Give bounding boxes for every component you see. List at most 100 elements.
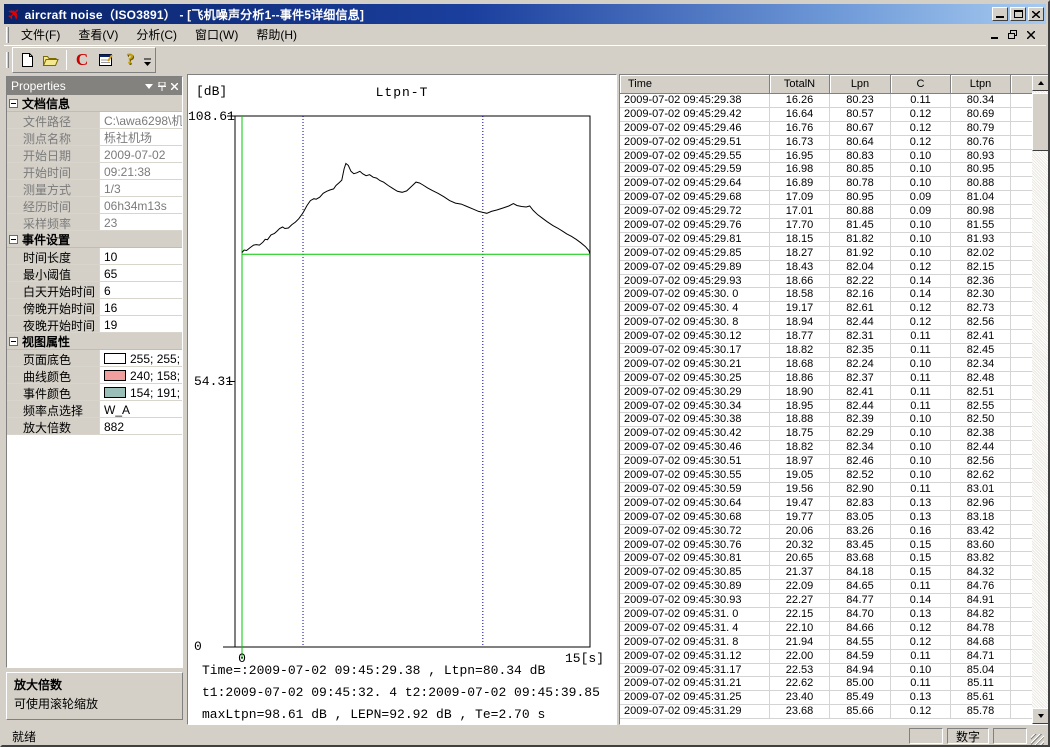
property-value[interactable]: C:\awa6298\机场 <box>100 112 182 128</box>
column-header-lpn[interactable]: Lpn <box>830 75 891 94</box>
table-row[interactable]: 2009-07-02 09:45:29.7617.7081.450.1081.5… <box>620 219 1032 233</box>
panel-menu-button[interactable] <box>145 84 153 89</box>
table-row[interactable]: 2009-07-02 09:45:29.8518.2781.920.1082.0… <box>620 247 1032 261</box>
property-value[interactable]: 1/3 <box>100 180 182 196</box>
table-row[interactable]: 2009-07-02 09:45:29.5916.9880.850.1080.9… <box>620 163 1032 177</box>
collapse-icon[interactable] <box>9 337 18 346</box>
toolbar-grip[interactable] <box>6 52 9 68</box>
c-tool-button[interactable]: C <box>70 49 94 71</box>
table-row[interactable]: 2009-07-02 09:45:29.5116.7380.640.1280.7… <box>620 136 1032 150</box>
property-value[interactable]: 882 <box>100 418 182 434</box>
table-scrollbar[interactable] <box>1032 75 1049 724</box>
chart-area[interactable]: [dB] Ltpn-T 108.61 54.31 0 0 15[s] Time=… <box>187 74 617 725</box>
close-button[interactable] <box>1028 7 1044 21</box>
table-row[interactable]: 2009-07-02 09:45:29.4616.7680.670.1280.7… <box>620 122 1032 136</box>
menu-analyze[interactable]: 分析(C) <box>127 23 186 46</box>
menu-file[interactable]: 文件(F) <box>12 23 69 46</box>
column-header-totaln[interactable]: TotalN <box>770 75 830 94</box>
table-row[interactable]: 2009-07-02 09:45:29.3816.2680.230.1180.3… <box>620 94 1032 108</box>
table-row[interactable]: 2009-07-02 09:45:30.7220.0683.260.1683.4… <box>620 525 1032 539</box>
table-row[interactable]: 2009-07-02 09:45:29.8118.1581.820.1081.9… <box>620 233 1032 247</box>
new-file-button[interactable] <box>15 49 39 71</box>
table-row[interactable]: 2009-07-02 09:45:30.2518.8682.370.1182.4… <box>620 372 1032 386</box>
property-row[interactable]: 时间长度10 <box>7 248 182 265</box>
property-value[interactable]: 65 <box>100 265 182 281</box>
table-row[interactable]: 2009-07-02 09:45:30.5519.0582.520.1082.6… <box>620 469 1032 483</box>
menu-help[interactable]: 帮助(H) <box>247 23 306 46</box>
panel-close-button[interactable] <box>171 83 178 90</box>
mdi-restore-button[interactable] <box>1005 28 1020 41</box>
property-row[interactable]: 采样频率23 <box>7 214 182 231</box>
resize-grip-icon[interactable] <box>1031 734 1044 747</box>
table-row[interactable]: 2009-07-02 09:45:30.9322.2784.770.1484.9… <box>620 594 1032 608</box>
collapse-icon[interactable] <box>9 235 18 244</box>
column-header-ltpn[interactable]: Ltpn <box>951 75 1011 94</box>
toolbar-overflow-button[interactable] <box>142 49 153 71</box>
column-header-time[interactable]: Time <box>620 75 770 94</box>
property-row[interactable]: 经历时间06h34m13s <box>7 197 182 214</box>
table-row[interactable]: 2009-07-02 09:45:30. 018.5882.160.1482.3… <box>620 288 1032 302</box>
property-row[interactable]: 曲线颜色240; 158; 15 <box>7 367 182 384</box>
property-value[interactable]: 6 <box>100 282 182 298</box>
panel-pin-button[interactable] <box>158 82 166 91</box>
property-section-header[interactable]: 文档信息 <box>7 95 182 112</box>
menu-window[interactable]: 窗口(W) <box>186 23 247 46</box>
table-row[interactable]: 2009-07-02 09:45:29.6817.0980.950.0981.0… <box>620 191 1032 205</box>
table-row[interactable]: 2009-07-02 09:45:29.6416.8980.780.1080.8… <box>620 177 1032 191</box>
property-row[interactable]: 白天开始时间6 <box>7 282 182 299</box>
menu-view[interactable]: 查看(V) <box>69 23 127 46</box>
properties-tool-button[interactable] <box>94 49 118 71</box>
property-value[interactable]: 16 <box>100 299 182 315</box>
table-row[interactable]: 2009-07-02 09:45:31.1722.5384.940.1085.0… <box>620 664 1032 678</box>
table-row[interactable]: 2009-07-02 09:45:30.1218.7782.310.1182.4… <box>620 330 1032 344</box>
table-row[interactable]: 2009-07-02 09:45:30.5919.5682.900.1183.0… <box>620 483 1032 497</box>
column-header-c[interactable]: C <box>891 75 951 94</box>
table-row[interactable]: 2009-07-02 09:45:31.2122.6285.000.1185.1… <box>620 677 1032 691</box>
table-row[interactable]: 2009-07-02 09:45:31.2523.4085.490.1385.6… <box>620 691 1032 705</box>
property-value[interactable]: 255; 255; 25 <box>100 350 182 366</box>
table-row[interactable]: 2009-07-02 09:45:30.3418.9582.440.1182.5… <box>620 400 1032 414</box>
table-row[interactable]: 2009-07-02 09:45:29.8918.4382.040.1282.1… <box>620 261 1032 275</box>
table-row[interactable]: 2009-07-02 09:45:29.9318.6682.220.1482.3… <box>620 275 1032 289</box>
table-row[interactable]: 2009-07-02 09:45:30.1718.8282.350.1182.4… <box>620 344 1032 358</box>
table-row[interactable]: 2009-07-02 09:45:30.7620.3283.450.1583.6… <box>620 539 1032 553</box>
scrollbar-thumb[interactable] <box>1032 93 1049 151</box>
table-row[interactable]: 2009-07-02 09:45:30.2918.9082.410.1182.5… <box>620 386 1032 400</box>
property-value[interactable]: 2009-07-02 <box>100 146 182 162</box>
table-row[interactable]: 2009-07-02 09:45:30.3818.8882.390.1082.5… <box>620 413 1032 427</box>
table-row[interactable]: 2009-07-02 09:45:30.4218.7582.290.1082.3… <box>620 427 1032 441</box>
table-row[interactable]: 2009-07-02 09:45:31.1222.0084.590.1184.7… <box>620 650 1032 664</box>
property-row[interactable]: 最小阈值65 <box>7 265 182 282</box>
property-section-header[interactable]: 事件设置 <box>7 231 182 248</box>
help-button[interactable]: ? <box>118 49 142 71</box>
property-row[interactable]: 页面底色255; 255; 25 <box>7 350 182 367</box>
table-row[interactable]: 2009-07-02 09:45:31. 422.1084.660.1284.7… <box>620 622 1032 636</box>
table-row[interactable]: 2009-07-02 09:45:30.8521.3784.180.1584.3… <box>620 566 1032 580</box>
table-row[interactable]: 2009-07-02 09:45:30.5118.9782.460.1082.5… <box>620 455 1032 469</box>
minimize-button[interactable] <box>992 7 1008 21</box>
table-row[interactable]: 2009-07-02 09:45:30.8922.0984.650.1184.7… <box>620 580 1032 594</box>
property-row[interactable]: 放大倍数882 <box>7 418 182 435</box>
properties-panel-header[interactable]: Properties <box>7 77 182 95</box>
property-row[interactable]: 开始日期2009-07-02 <box>7 146 182 163</box>
table-row[interactable]: 2009-07-02 09:45:30. 818.9482.440.1282.5… <box>620 316 1032 330</box>
chart-plot[interactable] <box>188 75 616 724</box>
table-row[interactable]: 2009-07-02 09:45:30. 419.1782.610.1282.7… <box>620 302 1032 316</box>
table-row[interactable]: 2009-07-02 09:45:30.4618.8282.340.1082.4… <box>620 441 1032 455</box>
table-row[interactable]: 2009-07-02 09:45:30.2118.6882.240.1082.3… <box>620 358 1032 372</box>
property-value[interactable]: 09:21:38 <box>100 163 182 179</box>
table-row[interactable]: 2009-07-02 09:45:30.8120.6583.680.1583.8… <box>620 552 1032 566</box>
table-row[interactable]: 2009-07-02 09:45:31. 022.1584.700.1384.8… <box>620 608 1032 622</box>
collapse-icon[interactable] <box>9 99 18 108</box>
property-row[interactable]: 傍晚开始时间16 <box>7 299 182 316</box>
property-value[interactable]: 栎社机场 <box>100 129 182 145</box>
title-bar[interactable]: ✈ aircraft noise（ISO3891） - [飞机噪声分析1--事件… <box>4 4 1046 24</box>
table-row[interactable]: 2009-07-02 09:45:31. 821.9484.550.1284.6… <box>620 636 1032 650</box>
property-value[interactable]: 240; 158; 15 <box>100 367 182 383</box>
property-row[interactable]: 事件颜色154; 191; 18 <box>7 384 182 401</box>
property-value[interactable]: 06h34m13s <box>100 197 182 213</box>
property-value[interactable]: W_A <box>100 401 182 417</box>
table-row[interactable]: 2009-07-02 09:45:30.6819.7783.050.1383.1… <box>620 511 1032 525</box>
property-value[interactable]: 19 <box>100 316 182 332</box>
maximize-button[interactable] <box>1010 7 1026 21</box>
